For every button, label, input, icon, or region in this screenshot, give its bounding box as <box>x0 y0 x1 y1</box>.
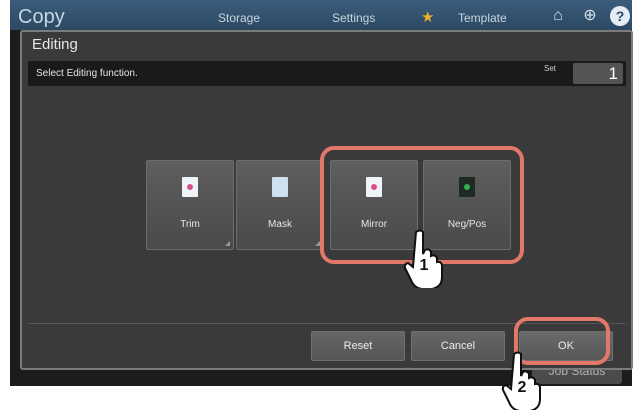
trim-icon <box>182 177 198 197</box>
trim-label: Trim <box>180 219 200 230</box>
instruction-text: Select Editing function. <box>36 68 138 79</box>
trim-button[interactable]: Trim <box>146 160 234 250</box>
callout-number: 2 <box>518 379 527 396</box>
mask-button[interactable]: Mask <box>236 160 324 250</box>
tab-settings[interactable]: Settings <box>332 11 375 25</box>
reset-button[interactable]: Reset <box>311 331 405 361</box>
pointing-hand-icon: 1 <box>403 229 443 288</box>
mask-icon <box>272 177 288 197</box>
top-bar: Copy Storage Settings ★ Template ⌂ ⊕ ? <box>10 0 632 30</box>
home-icon[interactable]: ⌂ <box>548 6 568 26</box>
dialog-title: Editing <box>32 36 78 53</box>
star-icon: ★ <box>421 9 435 26</box>
instruction-bar: Select Editing function. Set 1 <box>28 61 626 86</box>
set-count-field[interactable]: 1 <box>573 63 623 84</box>
callout-number: 1 <box>420 257 429 274</box>
tab-template[interactable]: Template <box>458 11 507 25</box>
set-label: Set <box>544 64 557 73</box>
submenu-indicator-icon <box>225 241 230 246</box>
help-icon[interactable]: ? <box>610 6 630 26</box>
tab-storage[interactable]: Storage <box>218 11 260 25</box>
app-title: Copy <box>18 6 65 28</box>
cancel-button[interactable]: Cancel <box>411 331 505 361</box>
pointing-hand-icon: 2 <box>501 351 541 410</box>
mask-label: Mask <box>268 219 292 230</box>
globe-icon[interactable]: ⊕ <box>580 6 600 26</box>
